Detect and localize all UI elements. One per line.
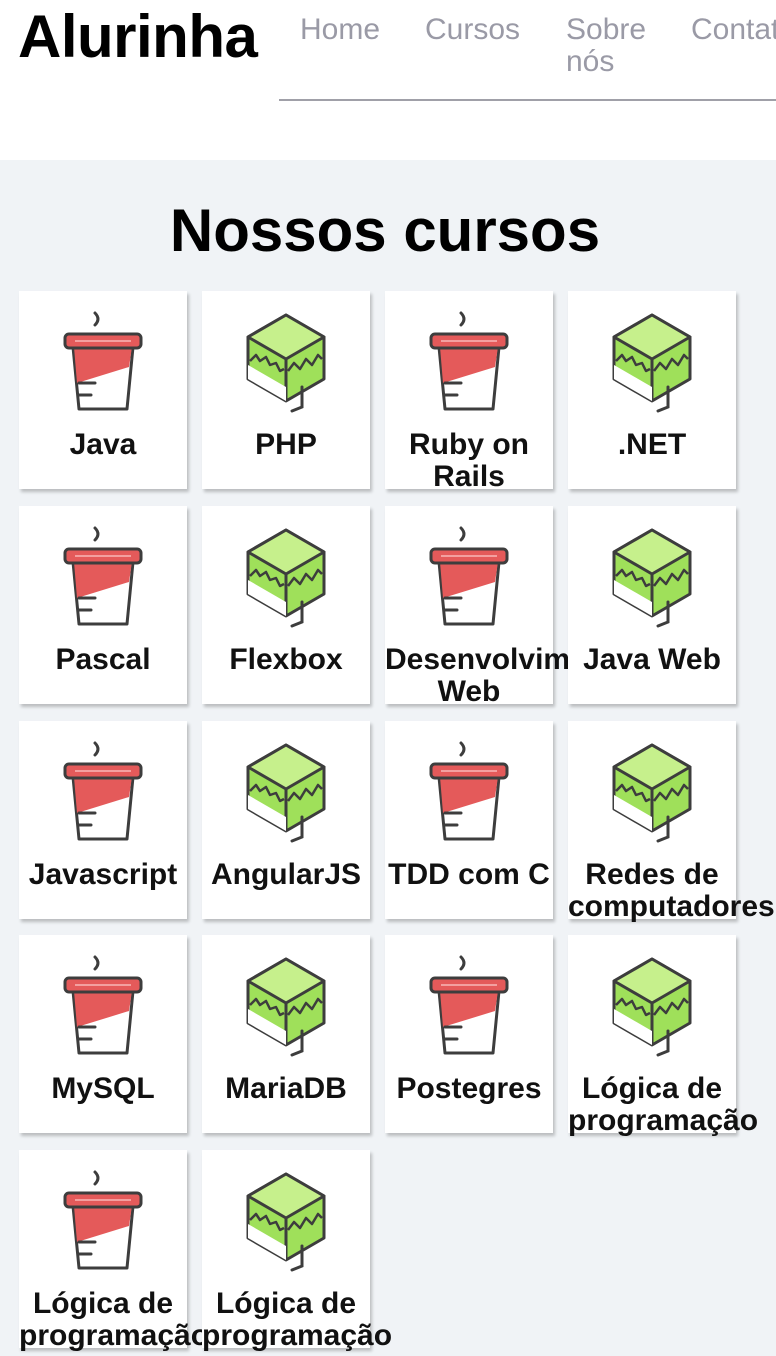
- course-card[interactable]: Lógica de programação: [568, 935, 758, 1137]
- course-label: Desenvolvimento Web: [385, 643, 634, 708]
- course-card[interactable]: TDD com C: [385, 721, 553, 919]
- course-label: TDD com C: [388, 858, 550, 891]
- coffee-cup-icon: [61, 739, 145, 843]
- course-card[interactable]: Postegres: [385, 935, 553, 1133]
- course-label: Java: [69, 428, 137, 461]
- green-cube-icon: [610, 524, 694, 628]
- course-label: Redes de computadores: [568, 858, 775, 923]
- course-label: Flexbox: [229, 643, 343, 676]
- site-header: Alurinha Home Cursos Sobre nós Contato: [0, 0, 776, 160]
- course-label: MariaDB: [225, 1072, 347, 1105]
- course-card[interactable]: AngularJS: [202, 721, 370, 919]
- green-cube-icon: [244, 309, 328, 413]
- course-label: Pascal: [55, 643, 151, 676]
- nav-sobre-nos[interactable]: Sobre nós: [566, 14, 656, 78]
- course-card[interactable]: Java Web: [568, 506, 736, 704]
- course-card[interactable]: Ruby on Rails: [385, 291, 553, 493]
- course-card[interactable]: Pascal: [19, 506, 187, 704]
- courses-section: Nossos cursos Java PHP Ruby on Rails .NET Pa…: [0, 160, 776, 1356]
- course-label: Java Web: [583, 643, 721, 676]
- green-cube-icon: [610, 309, 694, 413]
- nav-contato[interactable]: Contato: [691, 14, 776, 46]
- course-card[interactable]: Lógica de programação: [19, 1150, 209, 1352]
- course-card[interactable]: Lógica de programação: [202, 1150, 392, 1352]
- course-label: Lógica de programação: [202, 1287, 393, 1352]
- course-card[interactable]: Flexbox: [202, 506, 370, 704]
- green-cube-icon: [610, 739, 694, 843]
- coffee-cup-icon: [427, 309, 511, 413]
- coffee-cup-icon: [61, 1168, 145, 1272]
- course-label: AngularJS: [210, 858, 362, 891]
- nav-home[interactable]: Home: [300, 14, 380, 46]
- green-cube-icon: [244, 524, 328, 628]
- coffee-cup-icon: [61, 309, 145, 413]
- course-label: MySQL: [51, 1072, 155, 1105]
- course-card[interactable]: MySQL: [19, 935, 187, 1133]
- coffee-cup-icon: [427, 524, 511, 628]
- course-label: Postegres: [396, 1072, 542, 1105]
- course-card[interactable]: MariaDB: [202, 935, 370, 1133]
- green-cube-icon: [244, 1168, 328, 1272]
- course-card[interactable]: PHP: [202, 291, 370, 489]
- course-card[interactable]: Redes de computadores: [568, 721, 775, 923]
- coffee-cup-icon: [427, 953, 511, 1057]
- course-label: Lógica de programação: [19, 1287, 210, 1352]
- section-title: Nossos cursos: [169, 197, 601, 264]
- course-label: .NET: [617, 428, 687, 461]
- course-card[interactable]: .NET: [568, 291, 736, 489]
- course-card[interactable]: Javascript: [19, 721, 187, 919]
- green-cube-icon: [610, 953, 694, 1057]
- course-card[interactable]: Java: [19, 291, 187, 489]
- course-label: PHP: [255, 428, 317, 461]
- nav-cursos[interactable]: Cursos: [425, 14, 520, 46]
- coffee-cup-icon: [61, 524, 145, 628]
- course-card[interactable]: Desenvolvimento Web: [385, 506, 633, 708]
- coffee-cup-icon: [61, 953, 145, 1057]
- green-cube-icon: [244, 953, 328, 1057]
- course-label: Javascript: [28, 858, 178, 891]
- coffee-cup-icon: [427, 739, 511, 843]
- green-cube-icon: [244, 739, 328, 843]
- course-label: Ruby on Rails: [409, 428, 529, 493]
- course-label: Lógica de programação: [568, 1072, 759, 1137]
- site-logo[interactable]: Alurinha: [18, 0, 258, 74]
- main-nav: Home Cursos Sobre nós Contato: [279, 0, 776, 101]
